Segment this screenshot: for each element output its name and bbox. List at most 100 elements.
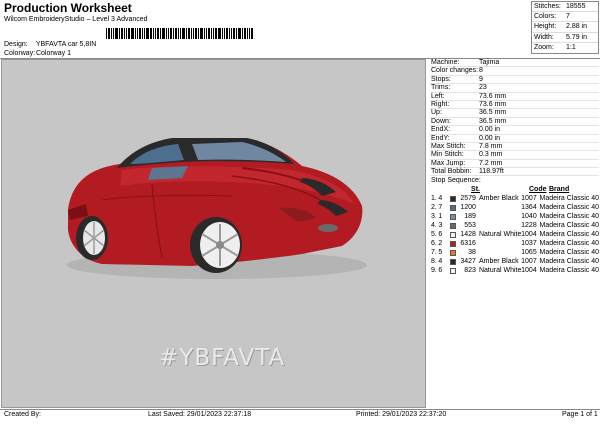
machine-info-row: Color changes: 8 [430,67,599,76]
info-label: Max Jump: [431,159,466,167]
stop-sequence-row: 9. 6 823 Natural White 1004 Madeira Classic 4… [430,266,599,275]
info-value: Tajima [479,59,500,66]
stop-sequence-list: 1. 4 2579 Amber Black 1007 Madeira Classic 40… [430,194,599,275]
stitch-count: 823 [464,267,476,275]
stop-index: 4. [431,222,437,230]
machine-info-row: Left: 73.6 mm [430,93,599,101]
machine-info-row: Right: 73.6 mm [430,100,599,110]
info-label: Max Stitch: [431,142,466,150]
thread-color-swatch [450,204,457,211]
stop-sequence-row: 7. 5 38 1065 Madeira Classic 40 [430,248,599,257]
thread-code: 1037 [521,240,537,248]
machine-info-list: Machine: Tajima Color changes: 8 Stops: 9 Trim… [430,59,599,177]
created-by: Created By: [4,411,41,418]
thread-code: 1007 [521,195,537,203]
machine-info-row: Trims: 23 [430,84,599,93]
thread-brand: Madeira Classic 40 [539,240,600,248]
stop-sequence-row: 2. 7 1200 1364 Madeira Classic 40 [430,203,599,212]
thread-brand: Madeira Classic 40 [539,267,600,275]
stop-index: 8. [431,258,437,266]
colorway-row: Colorway: Colorway 1 [4,50,71,57]
design-name-row: Design: YBFAVTA car 5,8IN [4,41,96,48]
machine-info-row: Max Jump: 7.2 mm [430,159,599,169]
thread-color-swatch [450,258,457,265]
stitches-header: St. [471,186,480,194]
stop-index: 2. [431,204,437,212]
thread-name [479,203,521,212]
info-value: 36.5 mm [479,117,507,125]
info-label: Stops: [431,75,451,83]
thread-color-swatch [450,231,457,238]
thread-color-swatch [450,213,457,220]
thread-color-swatch [450,240,457,247]
printed-date: Printed: 29/01/2023 22:37:20 [356,411,447,418]
thread-name: Natural White [478,267,522,275]
info-value: 0.00 in [479,126,501,134]
info-value: 73.6 mm [479,92,507,100]
stop-index: 9. [431,267,437,275]
colorway-value: Colorway 1 [35,50,71,57]
machine-info-row: Max Stitch: 7.8 mm [430,142,599,152]
thread-code: 1065 [521,249,537,257]
stat-label: Width: [534,33,554,41]
stitch-count: 553 [464,222,476,230]
needle-number: 2 [438,240,443,248]
stop-sequence-header: St. Code Brand [430,185,599,194]
thread-brand: Madeira Classic 40 [539,222,600,230]
stitch-count: 2579 [460,195,476,203]
needle-number: 7 [438,204,443,212]
info-label: Total Bobbin: [431,168,472,176]
thread-code: 1364 [521,204,537,212]
info-label: Left: [431,92,445,100]
page-number: Page 1 of 1 [562,411,598,418]
footer-divider [0,409,600,410]
stop-index: 7. [431,249,437,257]
stitch-count: 1200 [460,204,476,212]
info-label: Trims: [431,84,451,92]
info-value: 0.3 mm [479,151,503,159]
stat-label: Height: [534,23,557,31]
stat-row: Colors: 7 [532,12,598,23]
stitch-count: 3427 [460,258,476,266]
needle-number: 3 [438,222,443,230]
machine-info-panel: Machine: Tajima Color changes: 8 Stops: 9 Trim… [430,59,599,275]
thread-code: 1228 [521,222,537,230]
thread-color-swatch [450,222,457,229]
code-header: Code [529,186,547,194]
stitch-count: 6316 [460,240,476,248]
machine-info-row: EndY: 0.00 in [430,135,599,143]
software-subtitle: Wilcom EmbroideryStudio – Level 3 Advanc… [4,16,148,23]
machine-info-row: EndX: 0.00 in [430,126,599,135]
stop-sequence-row: 3. 1 189 1040 Madeira Classic 40 [430,212,599,221]
info-value: 36.5 mm [479,109,507,117]
stat-row: Stitches: 18555 [532,2,598,13]
design-lettering: #YBFAVTA [159,345,286,371]
thread-name: Natural White [478,231,522,239]
brand-header: Brand [549,186,570,194]
info-label: Right: [431,100,450,108]
info-value: 8 [479,67,483,75]
thread-code: 1004 [521,267,537,275]
stop-sequence-row: 5. 6 1428 Natural White 1004 Madeira Classic … [430,230,599,239]
stop-sequence-row: 1. 4 2579 Amber Black 1007 Madeira Classic 40 [430,194,599,203]
thread-brand: Madeira Classic 40 [539,231,600,239]
thread-color-swatch [450,267,457,274]
machine-info-row: Machine: Tajima [430,59,599,68]
thread-brand: Madeira Classic 40 [539,213,600,221]
info-label: Machine: [431,59,460,66]
barcode [106,28,256,39]
needle-number: 5 [438,249,443,257]
stat-value: 18555 [566,3,586,10]
stat-row: Zoom: 1:1 [532,43,598,53]
machine-info-row: Down: 36.5 mm [430,117,599,127]
stop-index: 6. [431,240,437,248]
info-label: EndX: [431,126,451,134]
stat-label: Zoom: [534,43,554,51]
stat-value: 1:1 [566,43,576,51]
design-label: Design: [4,41,28,48]
stat-value: 7 [566,13,570,21]
info-label: Min Stitch: [431,151,464,159]
needle-number: 1 [438,213,443,221]
design-value: YBFAVTA car 5,8IN [35,41,97,48]
thread-brand: Madeira Classic 40 [539,204,600,212]
